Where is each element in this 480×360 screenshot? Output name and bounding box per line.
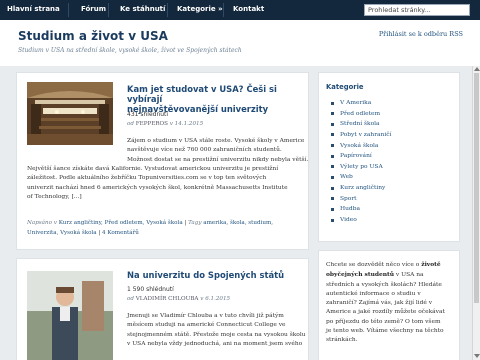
categories-title: Kategorie: [326, 83, 364, 91]
nav-separator: [108, 3, 109, 17]
post-author[interactable]: FEPPEROS: [136, 121, 168, 127]
site-header: Studium a život v USA Studium v USA na s…: [0, 20, 480, 66]
nav-contact[interactable]: Kontakt: [233, 5, 264, 13]
category-item[interactable]: Před odletem: [326, 110, 391, 121]
view-count: 431 shlédnutí: [127, 111, 169, 118]
bullet-icon: [331, 186, 334, 190]
category-item[interactable]: Web: [326, 173, 391, 184]
bullet-icon: [331, 197, 334, 201]
category-item[interactable]: Hudba: [326, 205, 391, 216]
student-photo[interactable]: [27, 271, 113, 360]
category-item[interactable]: Střední škola: [326, 120, 391, 131]
bullet-icon: [331, 101, 334, 105]
post-excerpt: Zájem o studium v USA stále roste. Vysok…: [127, 138, 309, 163]
nav-categories[interactable]: Kategorie »: [177, 5, 223, 13]
nav-separator: [68, 3, 69, 17]
post-card: Kam jet studovat v USA? Češi si vybírají…: [16, 72, 309, 250]
nav-forum[interactable]: Fórum: [81, 5, 106, 13]
category-list: V Amerika Před odletem Střední škola Pob…: [326, 99, 391, 227]
site-description: Studium v USA na střední škole, vysoké š…: [18, 47, 242, 54]
category-item[interactable]: Papírování: [326, 152, 391, 163]
bullet-icon: [331, 175, 334, 179]
category-item[interactable]: Vysoká škola: [326, 142, 391, 153]
comments-link[interactable]: 4 Komentářů: [102, 230, 139, 236]
vertical-scrollbar[interactable]: [472, 66, 480, 360]
bullet-icon: [331, 154, 334, 158]
post-categories[interactable]: Kurz angličtiny, Před odletem, Vysoká šk…: [59, 220, 183, 226]
category-item[interactable]: Výlety po USA: [326, 163, 391, 174]
bullet-icon: [331, 165, 334, 169]
category-item[interactable]: Sport: [326, 195, 391, 206]
category-item[interactable]: Kurz angličtiny: [326, 184, 391, 195]
bullet-icon: [331, 218, 334, 222]
nav-home[interactable]: Hlavní strana: [7, 5, 60, 13]
post-tags-continued[interactable]: Univerzita, Vysoká škola: [27, 230, 97, 236]
bullet-icon: [331, 133, 334, 137]
nav-separator: [167, 3, 168, 17]
nav-downloads[interactable]: Ke stáhnutí: [120, 5, 165, 13]
scrollbar-thumb[interactable]: [474, 73, 479, 303]
post-tags[interactable]: amerika, škola, studium,: [203, 220, 273, 226]
post-card: Na univerzitu do Spojených států 1 590 s…: [16, 258, 309, 360]
post-excerpt: Jmenuji se Vladimír Chlouba a v tuto chv…: [127, 313, 306, 347]
nav-separator: [223, 3, 224, 17]
library-photo[interactable]: [27, 82, 113, 145]
bullet-icon: [331, 122, 334, 126]
post-title[interactable]: Na univerzitu do Spojených států: [127, 270, 305, 280]
scroll-down-icon[interactable]: [474, 354, 480, 358]
scroll-up-icon[interactable]: [474, 67, 480, 71]
site-title[interactable]: Studium a život v USA: [18, 29, 168, 43]
category-item[interactable]: Video: [326, 216, 391, 227]
post-title[interactable]: Kam jet studovat v USA? Češi si vybírají…: [127, 84, 305, 114]
intro-widget: Chcete se dozvědět něco více o životě ob…: [318, 250, 460, 360]
post-author[interactable]: VLADIMÍR CHLOUBA: [136, 296, 199, 302]
post-meta: od VLADIMÍR CHLOUBA v 6.1.2015: [127, 296, 231, 302]
post-excerpt-continued: Největší šance získáte davá Kalifornie. …: [27, 166, 288, 200]
bullet-icon: [331, 144, 334, 148]
rss-subscribe-link[interactable]: Přihlásit se k odběru RSS: [379, 30, 463, 38]
bullet-icon: [331, 112, 334, 116]
categories-widget: Kategorie V Amerika Před odletem Střední…: [318, 72, 460, 242]
view-count: 1 590 shlédnutí: [127, 286, 174, 293]
post-meta: od FEPPEROS v 14.1.2015: [127, 121, 204, 127]
search-input[interactable]: Prohledat stránky...: [364, 4, 470, 16]
top-navigation: Hlavní strana Fórum Ke stáhnutí Kategori…: [0, 0, 480, 20]
category-item[interactable]: V Amerika: [326, 99, 391, 110]
category-item[interactable]: Pobyt v zahraničí: [326, 131, 391, 142]
post-footer: Napsáno v Kurz angličtiny, Před odletem,…: [27, 220, 274, 236]
intro-text: Chcete se dozvědět něco více o životě ob…: [326, 261, 445, 344]
bullet-icon: [331, 207, 334, 211]
